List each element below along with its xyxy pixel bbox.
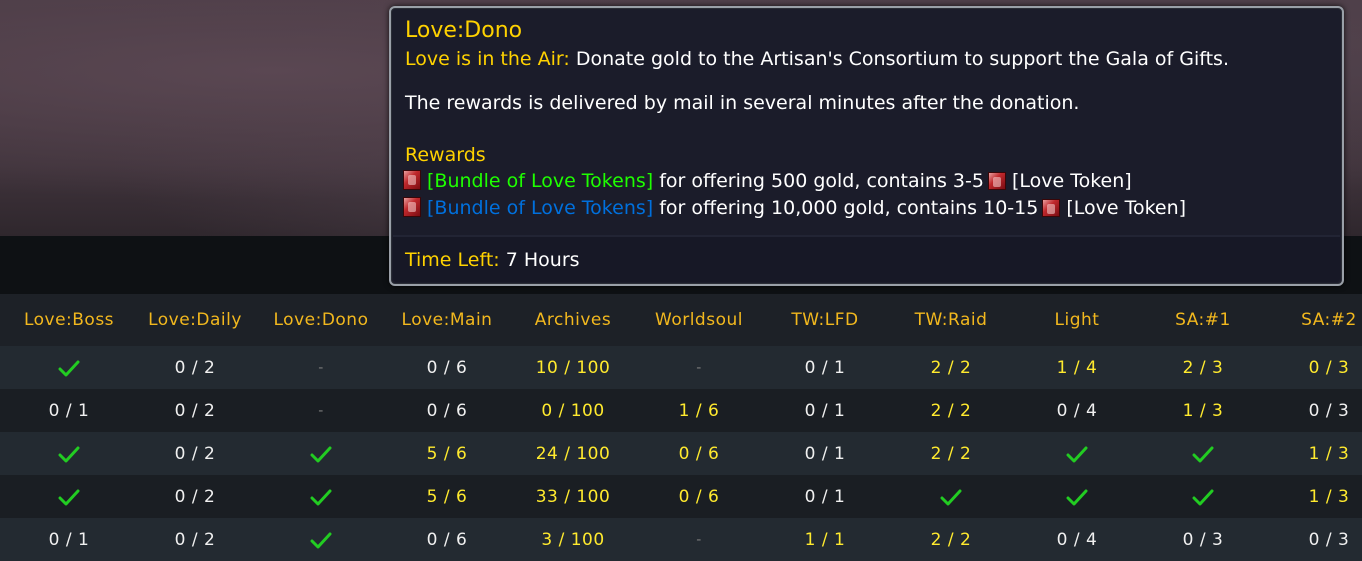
table-cell: 0 / 3	[1308, 357, 1350, 378]
table-cell: 0 / 1	[48, 400, 90, 421]
column-header-love-main[interactable]: Love:Main	[384, 294, 510, 346]
table-cell: 0 / 2	[174, 443, 216, 464]
table-cell: 1 / 4	[1056, 357, 1098, 378]
checkmark-icon	[1140, 475, 1266, 518]
table-cell: 0 / 6	[426, 357, 468, 378]
table-row[interactable]: 0 / 2 5 / 6 33 / 100 0 / 6 0 / 1 1 / 3	[0, 475, 1362, 518]
table-cell: 0 / 2	[174, 486, 216, 507]
table-cell: 0 / 2	[174, 357, 216, 378]
checkmark-icon	[6, 475, 132, 518]
reward-item-link[interactable]: [Bundle of Love Tokens]	[427, 197, 653, 219]
reward-item-link[interactable]: [Bundle of Love Tokens]	[427, 170, 653, 192]
table-row[interactable]: 0 / 2 - 0 / 6 10 / 100 - 0 / 1 2 / 2 1 / 4 2 / 3…	[0, 346, 1362, 389]
table-row[interactable]: 0 / 1 0 / 2 0 / 6 3 / 100 - 1 / 1 2 / 2 0 / 4 0 …	[0, 518, 1362, 561]
time-left-line: Time Left: 7 Hours	[405, 249, 580, 271]
table-cell: 0 / 4	[1056, 529, 1098, 550]
column-header-light[interactable]: Light	[1014, 294, 1140, 346]
column-header-worldsoul[interactable]: Worldsoul	[636, 294, 762, 346]
table-cell: -	[318, 359, 324, 376]
reward-token: [Love Token]	[1011, 170, 1132, 192]
reward-line-1: [Bundle of Love Tokens] for offering 500…	[403, 170, 1132, 192]
table-cell: 0 / 6	[678, 443, 720, 464]
love-dono-tooltip: Love:Dono Love is in the Air: Donate gol…	[389, 6, 1344, 286]
progress-grid: Love:Boss Love:Daily Love:Dono Love:Main Arc…	[0, 294, 1362, 561]
table-cell: 0 / 1	[804, 443, 846, 464]
time-left-value: 7 Hours	[505, 249, 580, 271]
table-cell: 3 / 100	[541, 529, 605, 550]
table-cell: -	[696, 359, 702, 376]
event-label: Love is in the Air:	[405, 48, 570, 70]
tooltip-title: Love:Dono	[405, 18, 523, 43]
checkmark-icon	[1140, 432, 1266, 475]
table-cell: 2 / 2	[930, 400, 972, 421]
table-cell: 0 / 6	[426, 529, 468, 550]
column-header-love-daily[interactable]: Love:Daily	[132, 294, 258, 346]
table-cell: 2 / 3	[1182, 357, 1224, 378]
table-cell: 0 / 1	[48, 529, 90, 550]
reward-token: [Love Token]	[1066, 197, 1187, 219]
table-cell: 0 / 3	[1308, 400, 1350, 421]
table-cell: 2 / 2	[930, 357, 972, 378]
column-header-love-dono[interactable]: Love:Dono	[258, 294, 384, 346]
rewards-heading: Rewards	[405, 144, 486, 166]
checkmark-icon	[6, 346, 132, 389]
table-row[interactable]: 0 / 2 5 / 6 24 / 100 0 / 6 0 / 1 2 / 2 1 / 3	[0, 432, 1362, 475]
tooltip-event-line: Love is in the Air: Donate gold to the A…	[405, 48, 1229, 70]
love-token-icon	[1042, 199, 1061, 217]
table-row[interactable]: 0 / 1 0 / 2 - 0 / 6 0 / 100 1 / 6 0 / 1 2 / 2 0 …	[0, 389, 1362, 432]
table-cell: 0 / 1	[804, 357, 846, 378]
time-left-label: Time Left:	[405, 249, 500, 271]
table-cell: 0 / 3	[1182, 529, 1224, 550]
table-cell: 0 / 6	[426, 400, 468, 421]
column-header-sa-2[interactable]: SA:#2	[1266, 294, 1362, 346]
table-cell: 1 / 3	[1308, 443, 1350, 464]
table-cell: 2 / 2	[930, 443, 972, 464]
table-cell: 33 / 100	[535, 486, 611, 507]
table-cell: 5 / 6	[426, 443, 468, 464]
table-cell: 1 / 1	[804, 529, 846, 550]
column-header-tw-lfd[interactable]: TW:LFD	[762, 294, 888, 346]
table-cell: 10 / 100	[535, 357, 611, 378]
table-cell: -	[318, 402, 324, 419]
checkmark-icon	[258, 518, 384, 561]
love-token-icon	[987, 172, 1006, 190]
table-cell: 0 / 100	[541, 400, 605, 421]
table-cell: 1 / 3	[1308, 486, 1350, 507]
tooltip-note: The rewards is delivered by mail in seve…	[405, 92, 1080, 114]
table-cell: 5 / 6	[426, 486, 468, 507]
reward-text: for offering 10,000 gold, contains 10-15	[659, 197, 1039, 219]
table-cell: 24 / 100	[535, 443, 611, 464]
column-header-row: Love:Boss Love:Daily Love:Dono Love:Main Arc…	[0, 294, 1362, 346]
column-header-archives[interactable]: Archives	[510, 294, 636, 346]
checkmark-icon	[1014, 475, 1140, 518]
table-cell: 0 / 6	[678, 486, 720, 507]
reward-line-2: [Bundle of Love Tokens] for offering 10,…	[403, 197, 1186, 219]
table-cell: 0 / 3	[1308, 529, 1350, 550]
table-cell: 1 / 6	[678, 400, 720, 421]
checkmark-icon	[258, 475, 384, 518]
column-header-love-boss[interactable]: Love:Boss	[6, 294, 132, 346]
table-cell: 1 / 3	[1182, 400, 1224, 421]
checkmark-icon	[6, 432, 132, 475]
table-cell: 0 / 4	[1056, 400, 1098, 421]
checkmark-icon	[1014, 432, 1140, 475]
table-cell: 0 / 2	[174, 400, 216, 421]
table-cell: 2 / 2	[930, 529, 972, 550]
checkmark-icon	[888, 475, 1014, 518]
table-cell: -	[696, 531, 702, 548]
column-header-tw-raid[interactable]: TW:Raid	[888, 294, 1014, 346]
reward-text: for offering 500 gold, contains 3-5	[659, 170, 984, 192]
event-description: Donate gold to the Artisan's Consortium …	[575, 48, 1229, 70]
table-cell: 0 / 2	[174, 529, 216, 550]
table-cell: 0 / 1	[804, 486, 846, 507]
table-cell: 0 / 1	[804, 400, 846, 421]
bundle-of-love-tokens-icon	[403, 170, 421, 190]
checkmark-icon	[258, 432, 384, 475]
column-header-sa-1[interactable]: SA:#1	[1140, 294, 1266, 346]
bundle-of-love-tokens-icon	[403, 197, 421, 217]
